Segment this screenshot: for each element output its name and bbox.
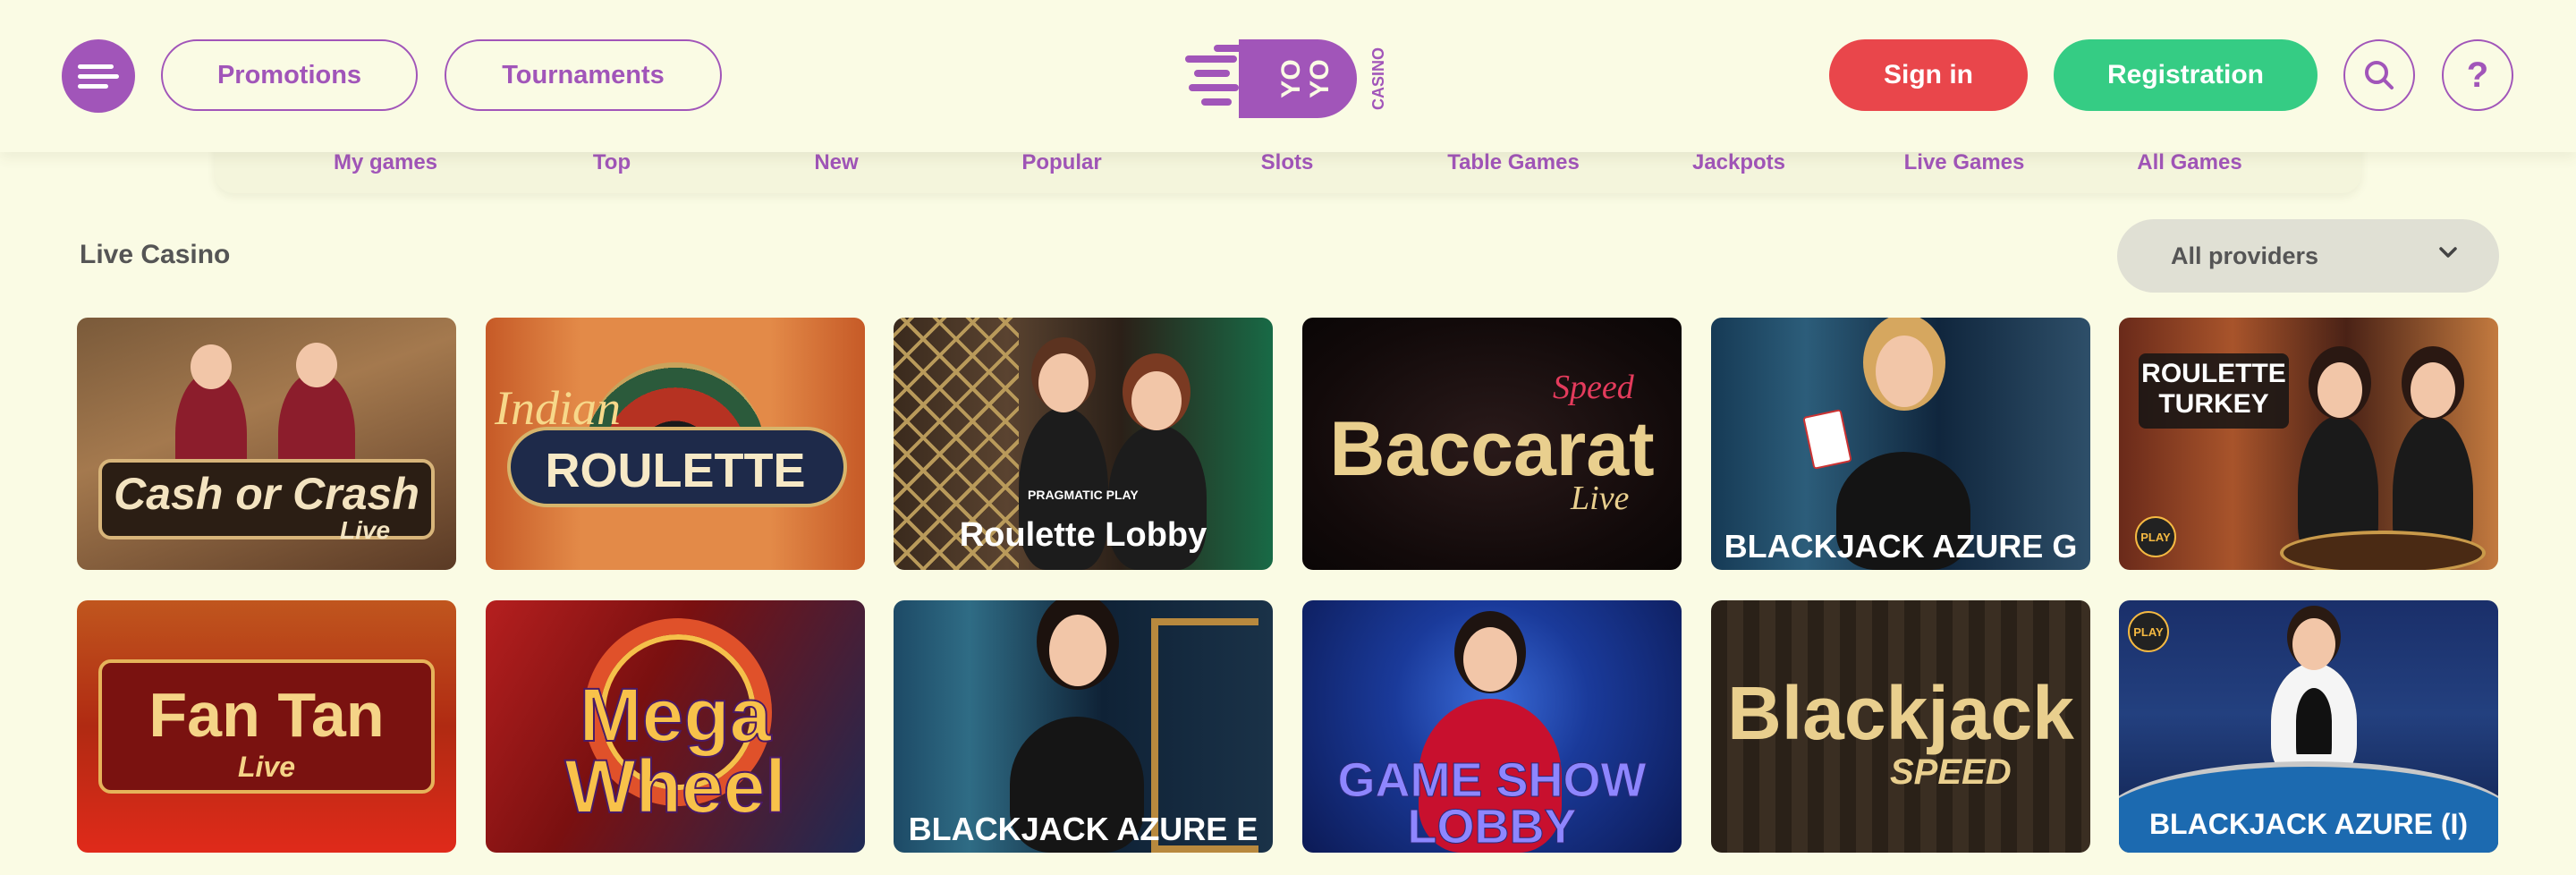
dealer-head — [2292, 618, 2335, 670]
game-tile-blackjack-azure-i[interactable]: PLAY BLACKJACK AZURE (I) — [2119, 600, 2498, 853]
game-title: Blackjack — [1727, 671, 2074, 755]
category-new[interactable]: New — [814, 150, 858, 175]
provider-select[interactable]: All providers — [2117, 219, 2499, 293]
roulette-table — [2280, 531, 2486, 570]
help-icon: ? — [2466, 55, 2489, 95]
game-tile-cash-or-crash[interactable]: Cash or Crash Live — [77, 318, 456, 570]
tournaments-button[interactable]: Tournaments — [445, 39, 722, 111]
host-head — [191, 344, 232, 389]
help-button[interactable]: ? — [2442, 39, 2513, 111]
category-popular[interactable]: Popular — [1021, 150, 1101, 175]
game-subtitle: LOBBY — [1407, 800, 1577, 854]
game-subtitle: Live — [237, 751, 296, 783]
game-subtitle: TURKEY — [2158, 389, 2269, 419]
game-tile-fan-tan[interactable]: Fan Tan Live — [77, 600, 456, 853]
category-all-games[interactable]: All Games — [2137, 150, 2241, 175]
site-header: Promotions Tournaments YO YO CASINO Sign… — [0, 0, 2576, 152]
game-title: BLACKJACK AZURE E — [908, 811, 1258, 847]
category-slots[interactable]: Slots — [1261, 150, 1314, 175]
host-head — [1131, 371, 1182, 430]
game-subtitle: Wheel — [564, 743, 786, 829]
category-top[interactable]: Top — [593, 150, 631, 175]
game-title: ROULETTE — [2141, 359, 2286, 388]
game-title: BLACKJACK AZURE G — [1724, 528, 2078, 565]
provider-select-value: All providers — [2171, 242, 2319, 269]
host-head — [2318, 362, 2362, 418]
game-title: Cash or Crash — [114, 469, 419, 519]
category-table-games[interactable]: Table Games — [1447, 150, 1580, 175]
menu-button[interactable] — [62, 39, 135, 113]
category-jackpots[interactable]: Jackpots — [1692, 150, 1785, 175]
host-head — [2411, 362, 2455, 418]
game-title: Roulette Lobby — [959, 516, 1208, 554]
play-badge-icon: PLAY — [2135, 516, 2176, 557]
play-badge-icon: PLAY — [2128, 611, 2169, 652]
menu-bar-line — [78, 84, 108, 89]
dealer-head — [1876, 336, 1933, 407]
game-tile-blackjack-azure-g[interactable]: BLACKJACK AZURE G — [1711, 318, 2090, 570]
game-subtitle: ROULETTE — [545, 444, 806, 497]
search-button[interactable] — [2343, 39, 2415, 111]
game-tile-blackjack-speed[interactable]: Blackjack SPEED — [1711, 600, 2090, 853]
category-my-games[interactable]: My games — [334, 150, 437, 175]
host-head — [1038, 353, 1089, 412]
game-tile-game-show-lobby[interactable]: GAME SHOW LOBBY — [1302, 600, 1682, 853]
game-tile-mega-wheel[interactable]: Mega Wheel — [486, 600, 865, 853]
game-tile-indian-roulette[interactable]: Indian ROULETTE — [486, 318, 865, 570]
registration-button[interactable]: Registration — [2054, 39, 2318, 111]
game-title: Fan Tan — [148, 680, 385, 750]
game-title: BLACKJACK AZURE (I) — [2148, 808, 2469, 840]
promotions-button[interactable]: Promotions — [161, 39, 418, 111]
game-subtitle: Live — [339, 516, 391, 544]
section-title: Live Casino — [80, 240, 231, 269]
game-subtitle: Live — [1571, 480, 1630, 517]
logo-casino-text: CASINO — [1369, 47, 1387, 110]
host-head — [1463, 627, 1517, 692]
game-subtitle: SPEED — [1890, 752, 2012, 792]
logo-yo-bottom: YO — [1305, 59, 1335, 98]
playing-cards — [1802, 409, 1852, 470]
sign-in-button[interactable]: Sign in — [1829, 39, 2028, 111]
game-tile-blackjack-azure-e[interactable]: BLACKJACK AZURE E — [894, 600, 1273, 853]
game-speed-label: Speed — [1553, 369, 1634, 406]
menu-bar-line — [78, 74, 119, 79]
logo-graphic: YO YO CASINO — [1185, 39, 1387, 118]
dealer-head — [1049, 615, 1106, 686]
game-tile-roulette-turkey[interactable]: ROULETTE TURKEY PLAY — [2119, 318, 2498, 570]
yoyo-casino-logo[interactable]: YO YO CASINO — [1185, 30, 1400, 120]
provider-brand: PRAGMATIC PLAY — [1028, 488, 1139, 502]
menu-bar-line — [78, 64, 114, 69]
host-head — [296, 343, 337, 387]
search-icon — [2365, 61, 2394, 89]
logo-yo-top: YO — [1276, 59, 1306, 98]
game-tile-speed-baccarat[interactable]: Speed Baccarat Live — [1302, 318, 1682, 570]
category-live-games[interactable]: Live Games — [1904, 150, 2025, 175]
game-tile-roulette-lobby[interactable]: PRAGMATIC PLAY Roulette Lobby — [894, 318, 1273, 570]
chevron-down-icon — [2439, 247, 2457, 258]
